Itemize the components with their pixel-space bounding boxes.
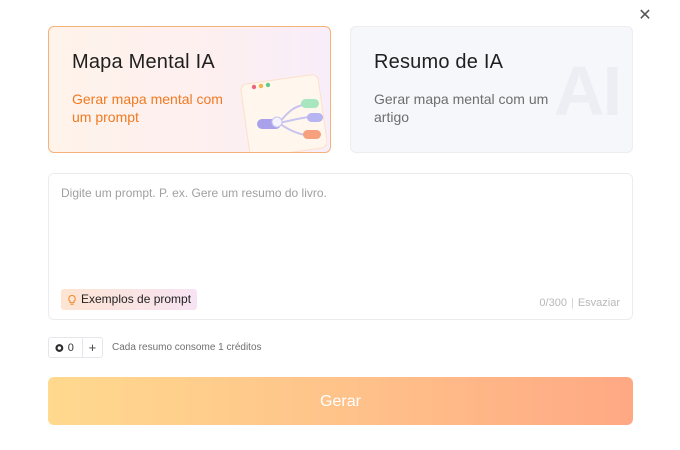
credits-control: 0 + xyxy=(48,337,103,358)
char-count: 0/300 xyxy=(539,297,567,309)
ai-watermark-icon: AI xyxy=(554,52,622,130)
prompt-input[interactable] xyxy=(61,186,616,276)
coin-icon xyxy=(55,343,64,352)
credits-note: Cada resumo consome 1 créditos xyxy=(112,342,262,353)
prompt-box: Exemplos de prompt 0/300| Esvaziar xyxy=(48,173,633,320)
mode-card-mind-map[interactable]: Mapa Mental IA Gerar mapa mental com um … xyxy=(48,26,331,153)
counter-separator: | xyxy=(570,297,574,309)
mode-card-description: Gerar mapa mental com um artigo xyxy=(374,91,549,125)
add-credits-button[interactable]: + xyxy=(81,338,102,357)
generate-button[interactable]: Gerar xyxy=(48,377,633,425)
char-counter: 0/300 | Esvaziar xyxy=(539,297,620,309)
lightbulb-icon xyxy=(68,294,76,305)
prompt-examples-label: Exemplos de prompt xyxy=(81,292,192,306)
prompt-examples-button[interactable]: Exemplos de prompt xyxy=(61,289,198,310)
mind-map-illustration-icon xyxy=(240,74,327,152)
mode-card-ai-summary[interactable]: AI Resumo de IA Gerar mapa mental com um… xyxy=(350,26,633,153)
mode-card-title: Resumo de IA xyxy=(374,51,504,73)
close-icon[interactable]: ✕ xyxy=(636,7,654,25)
credits-count: 0 xyxy=(67,341,74,354)
mode-card-description: Gerar mapa mental com um prompt xyxy=(72,91,223,125)
mode-card-title: Mapa Mental IA xyxy=(72,51,215,73)
clear-button[interactable]: Esvaziar xyxy=(578,297,620,309)
